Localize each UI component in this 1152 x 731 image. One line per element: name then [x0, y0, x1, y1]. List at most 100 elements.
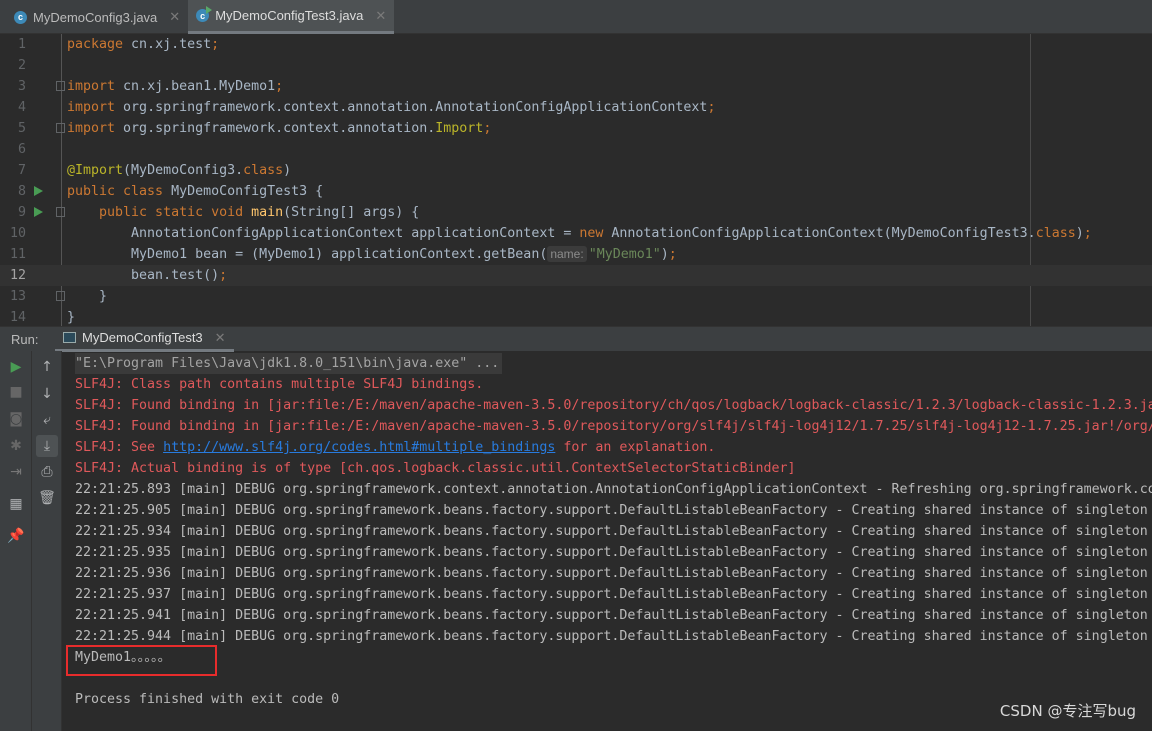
code-token: org.springframework.context.annotation.	[123, 121, 436, 136]
code-token: ;	[483, 121, 492, 136]
code-token: )	[660, 247, 669, 262]
pin-icon[interactable]: 📌	[5, 525, 27, 547]
code-token: import	[67, 100, 124, 115]
code-token: public static void	[67, 205, 252, 220]
code-line[interactable]: 14}	[0, 307, 1152, 326]
line-number: 5	[17, 121, 26, 136]
code-line[interactable]: 9 public static void main(String[] args)…	[0, 202, 1152, 223]
code-token: package	[67, 37, 132, 52]
console-text: SLF4J: See	[75, 440, 164, 455]
code-token: )	[283, 163, 292, 178]
console-line: 22:21:25.944 [main] DEBUG org.springfram…	[75, 629, 1148, 644]
console-line: SLF4J: Actual binding is of type [ch.qos…	[75, 461, 796, 476]
arrow-up-icon[interactable]: ↑	[36, 356, 58, 378]
code-text: public class MyDemoConfigTest3 {	[67, 181, 323, 202]
fold-icon[interactable]	[56, 81, 65, 91]
run-gutter-icon[interactable]	[34, 186, 43, 196]
soft-wrap-icon[interactable]: ⤶	[36, 409, 58, 431]
console-line: 22:21:25.905 [main] DEBUG org.springfram…	[75, 503, 1148, 518]
fold-icon[interactable]	[56, 123, 65, 133]
run-gutter-icon[interactable]	[34, 207, 43, 217]
line-number: 4	[17, 100, 26, 115]
code-line[interactable]: 1 package cn.xj.test;	[0, 34, 1152, 55]
fold-icon[interactable]	[56, 291, 65, 301]
line-number: 8	[17, 184, 26, 199]
code-token: ;	[211, 37, 220, 52]
console-icon	[63, 332, 76, 343]
fold-icon[interactable]	[56, 207, 65, 217]
console-line: SLF4J: Class path contains multiple SLF4…	[75, 377, 484, 392]
watermark: CSDN @专注写bug	[999, 702, 1136, 720]
highlight-box	[66, 645, 217, 676]
trash-icon[interactable]: 🗑	[36, 487, 58, 509]
code-token: (MyDemoConfig3.	[123, 163, 244, 178]
console-line: SLF4J: Found binding in [jar:file:/E:/ma…	[75, 398, 1152, 413]
console-link[interactable]: http://www.slf4j.org/codes.html#multiple…	[163, 440, 555, 455]
code-token: }	[67, 289, 108, 304]
console-line: SLF4J: Found binding in [jar:file:/E:/ma…	[75, 419, 1152, 434]
console-text: for an explanation.	[555, 440, 716, 455]
run-label: Run:	[11, 331, 39, 347]
scroll-to-end-icon[interactable]: ⤓	[36, 435, 58, 457]
code-text: }	[67, 286, 107, 307]
code-line[interactable]: 7 @Import(MyDemoConfig3.class)	[0, 160, 1152, 181]
code-token: AnnotationConfigApplicationContext(MyDem…	[611, 226, 1036, 241]
rerun-icon[interactable]: ▶	[5, 356, 27, 378]
code-text: MyDemo1 bean = (MyDemo1) applicationCont…	[67, 244, 677, 265]
tab-label: MyDemoConfigTest3.java	[215, 8, 364, 23]
code-token: ;	[275, 79, 284, 94]
code-line[interactable]: 5 import org.springframework.context.anno…	[0, 118, 1152, 139]
console-line: 22:21:25.937 [main] DEBUG org.springfram…	[75, 587, 1148, 602]
code-token: "MyDemo1"	[588, 247, 661, 262]
camera-icon[interactable]: ◙	[5, 408, 27, 430]
code-token: (String[] args) {	[283, 205, 420, 220]
code-line[interactable]: 12 bean.test();	[0, 265, 1152, 286]
console-line: 22:21:25.935 [main] DEBUG org.springfram…	[75, 545, 1148, 560]
code-line[interactable]: 3 import cn.xj.bean1.MyDemo1;	[0, 76, 1152, 97]
console-line: "E:\Program Files\Java\jdk1.8.0_151\bin\…	[75, 353, 503, 374]
tab-mydemoconfig3-java[interactable]: c MyDemoConfig3.java ✕	[6, 0, 188, 34]
code-line[interactable]: 8 public class MyDemoConfigTest3 {	[0, 181, 1152, 202]
code-token: ;	[219, 268, 228, 283]
exit-icon[interactable]: ⇥	[5, 461, 27, 483]
tab-label: MyDemoConfig3.java	[33, 9, 158, 25]
code-text: import org.springframework.context.annot…	[67, 118, 491, 139]
code-token: Import	[435, 121, 484, 136]
code-text: import cn.xj.bean1.MyDemo1;	[67, 76, 283, 97]
line-number: 9	[17, 205, 26, 220]
code-token: @Import	[67, 163, 124, 178]
code-editor[interactable]: 1 package cn.xj.test; 2 3 import cn.xj.bean1…	[0, 34, 1152, 326]
close-icon[interactable]: ✕	[375, 8, 386, 24]
code-text: import org.springframework.context.annot…	[67, 97, 715, 118]
console-actions-toolbar: ↑ ↓ ⤶ ⤓ ⎙ 🗑	[32, 351, 62, 731]
run-tab[interactable]: MyDemoConfigTest3 ✕	[55, 327, 234, 352]
console-output[interactable]: "E:\Program Files\Java\jdk1.8.0_151\bin\…	[62, 351, 1152, 731]
layout-icon[interactable]: ▦	[5, 493, 27, 515]
code-token: import	[67, 121, 124, 136]
java-class-icon: c	[196, 6, 213, 22]
code-token: class	[243, 163, 284, 178]
code-line[interactable]: 11 MyDemo1 bean = (MyDemo1) applicationC…	[0, 244, 1152, 265]
code-token: )	[1075, 226, 1084, 241]
code-line[interactable]: 6	[0, 139, 1152, 160]
code-text: @Import(MyDemoConfig3.class)	[67, 160, 291, 181]
code-line[interactable]: 13 }	[0, 286, 1152, 307]
line-number: 14	[9, 310, 26, 325]
code-token: bean.test()	[67, 268, 220, 283]
print-icon[interactable]: ⎙	[36, 461, 58, 483]
console-line: 22:21:25.936 [main] DEBUG org.springfram…	[75, 566, 1148, 581]
code-token: }	[67, 310, 76, 325]
close-icon[interactable]: ✕	[215, 330, 226, 346]
close-icon[interactable]: ✕	[169, 9, 180, 25]
code-text: public static void main(String[] args) {	[67, 202, 419, 223]
code-line[interactable]: 4 import org.springframework.context.anno…	[0, 97, 1152, 118]
code-token: ;	[668, 247, 677, 262]
code-token: ;	[1083, 226, 1092, 241]
arrow-down-icon[interactable]: ↓	[36, 383, 58, 405]
code-text: bean.test();	[67, 265, 227, 286]
tab-mydemoconfigtest3-java[interactable]: c MyDemoConfigTest3.java ✕	[188, 0, 395, 34]
debug-bug-icon[interactable]: ✱	[5, 435, 27, 457]
code-line[interactable]: 10 AnnotationConfigApplicationContext ap…	[0, 223, 1152, 244]
code-line[interactable]: 2	[0, 55, 1152, 76]
stop-icon[interactable]: ■	[5, 381, 27, 403]
